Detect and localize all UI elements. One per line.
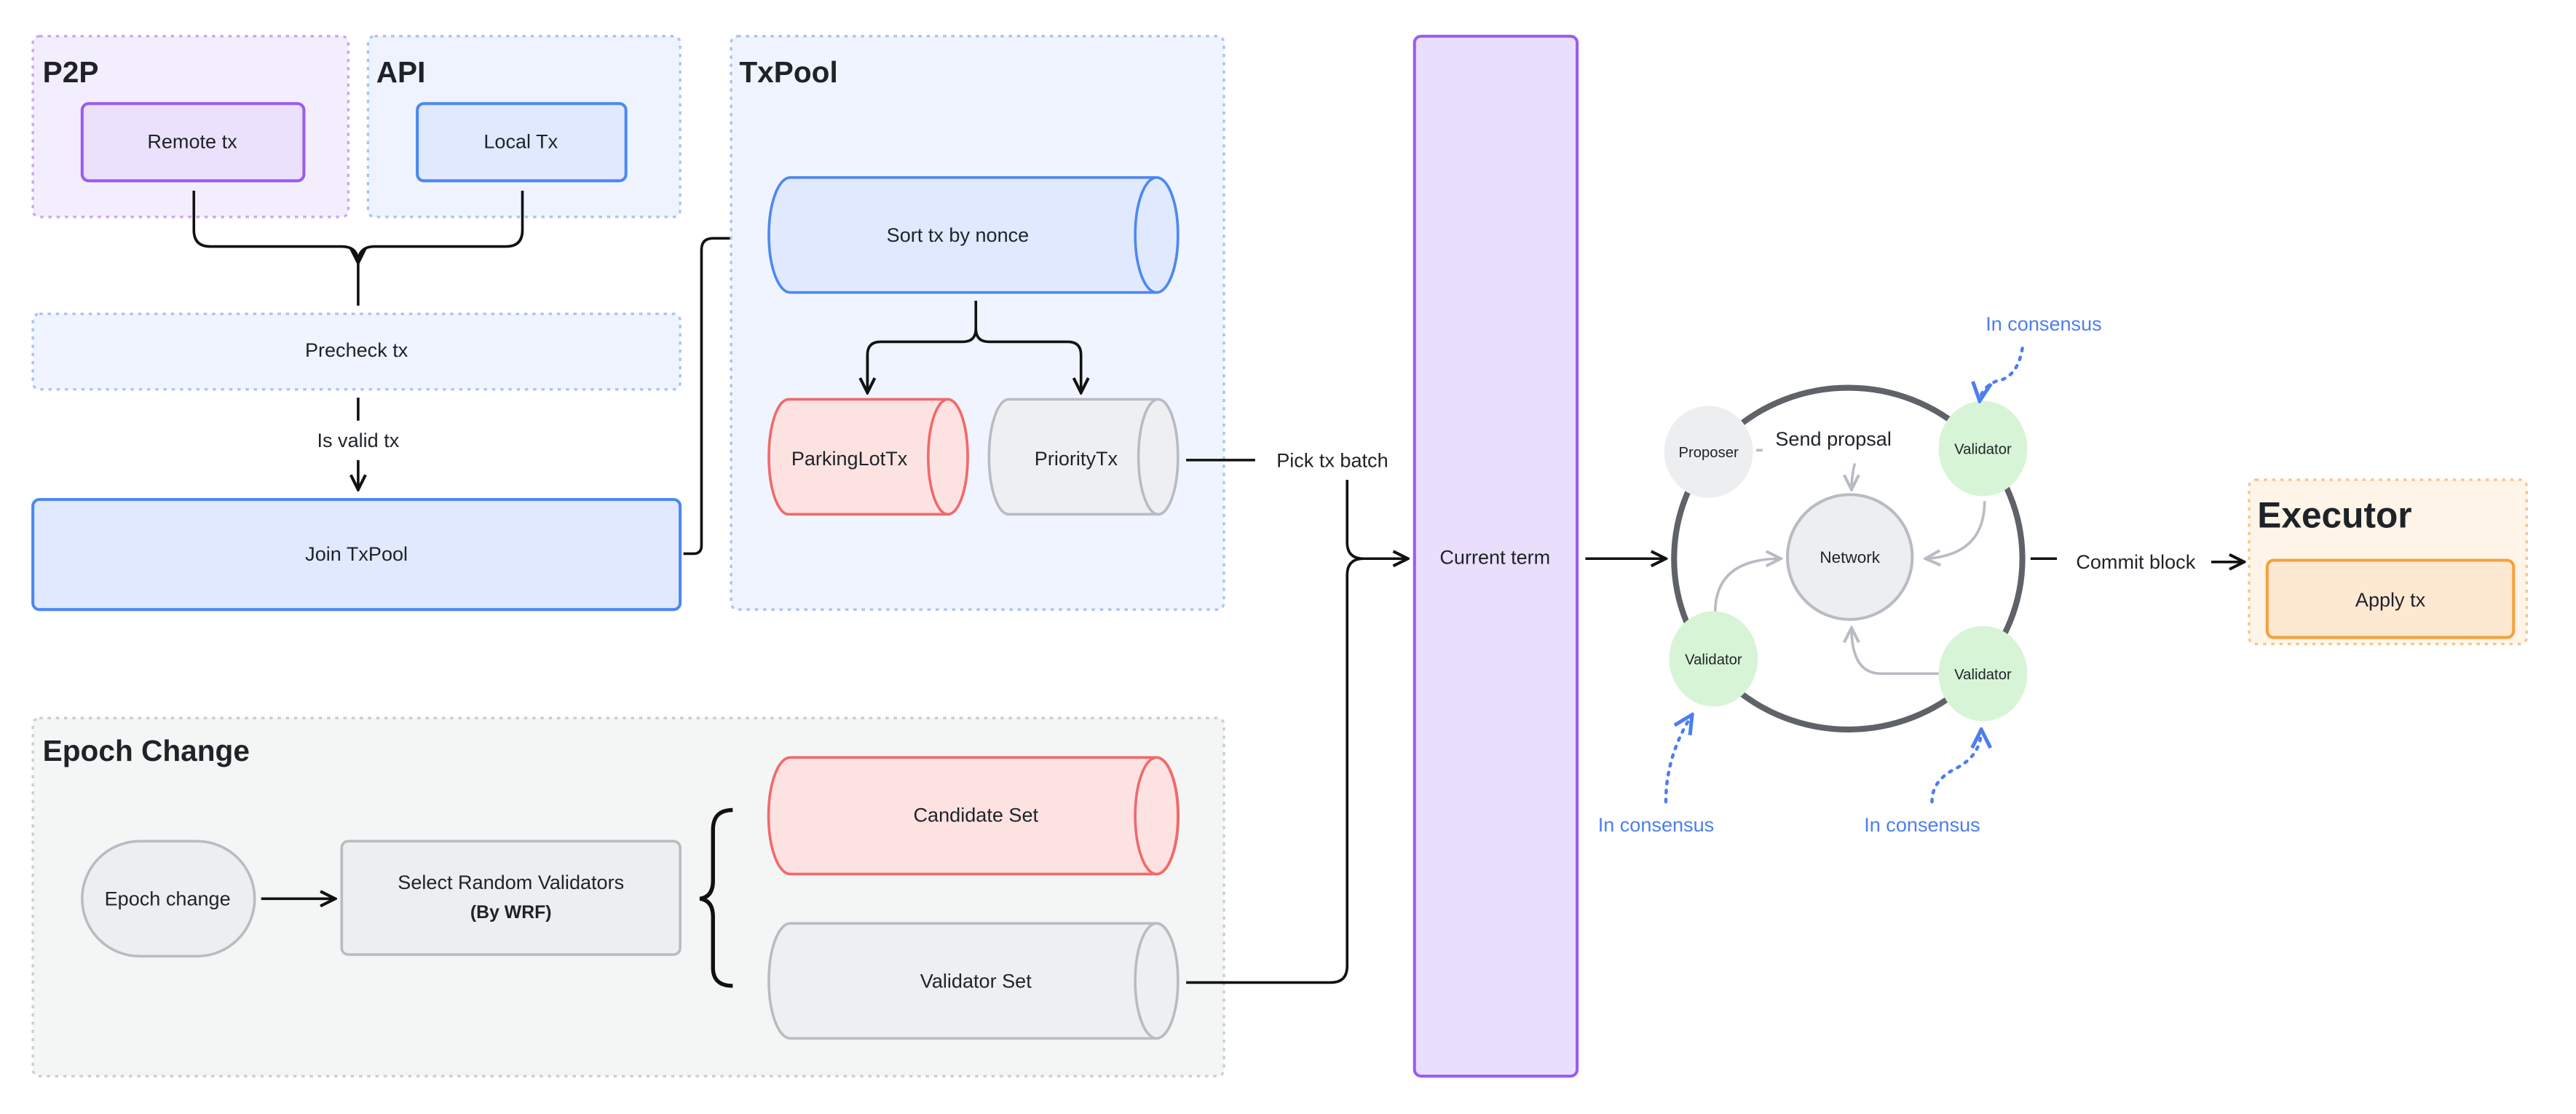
apply-tx-node[interactable]: Apply tx xyxy=(2265,558,2516,639)
network-label: Network xyxy=(1820,548,1880,566)
local-tx-node[interactable]: Local Tx xyxy=(416,102,628,183)
select-validators-sub: (By WRF) xyxy=(470,903,552,923)
priority-cylinder[interactable]: PriorityTx xyxy=(987,398,1180,516)
remote-tx-label: Remote tx xyxy=(147,130,237,153)
validator-label: Validator xyxy=(1954,442,2012,458)
network-node[interactable]: Network xyxy=(1785,493,1914,621)
current-term-node[interactable]: Current term xyxy=(1413,34,1579,1078)
epoch-change-label: Epoch change xyxy=(105,888,231,910)
api-group: API Local Tx xyxy=(366,35,681,218)
candidate-set-label: Candidate Set xyxy=(914,804,1039,826)
proposer-label: Proposer xyxy=(1678,445,1739,461)
sort-tx-cylinder[interactable]: Sort tx by nonce xyxy=(767,175,1180,294)
validator-set-cylinder[interactable]: Validator Set xyxy=(767,922,1180,1040)
in-consensus-arrow xyxy=(1930,730,1982,804)
txpool-title: TxPool xyxy=(739,55,837,89)
p2p-group: P2P Remote tx xyxy=(31,35,350,218)
parking-lot-cylinder[interactable]: ParkingLotTx xyxy=(767,398,969,516)
epoch-change-group: Epoch Change Epoch change Select Random … xyxy=(31,716,1225,1078)
select-validators-label: Select Random Validators xyxy=(398,871,624,893)
pick-batch-label: Pick tx batch xyxy=(1276,449,1388,471)
validator-label: Validator xyxy=(1954,667,2012,683)
validator-to-network-arrow xyxy=(1925,501,1986,558)
precheck-node[interactable]: Precheck tx xyxy=(31,312,681,391)
proposal-to-network-arrow xyxy=(1852,462,1855,489)
commit-block-label: Commit block xyxy=(2076,550,2195,573)
pick-batch-connector xyxy=(1346,479,1407,558)
in-consensus-label: In consensus xyxy=(1864,813,1980,836)
candidate-set-cylinder[interactable]: Candidate Set xyxy=(767,756,1180,876)
is-valid-label: Is valid tx xyxy=(317,429,399,451)
proposer-node[interactable]: Proposer xyxy=(1664,406,1753,498)
validator-node[interactable]: Validator xyxy=(1938,625,2028,722)
apply-tx-label: Apply tx xyxy=(2355,588,2426,611)
txpool-group: TxPool Sort tx by nonce ParkingLotTx Pri… xyxy=(730,35,1225,611)
precheck-label: Precheck tx xyxy=(305,339,408,361)
consensus-ring: Network Proposer Send propsal Validator … xyxy=(1664,384,2028,732)
api-title: API xyxy=(376,55,426,89)
in-consensus-arrow xyxy=(1664,715,1692,804)
validator-set-label: Validator Set xyxy=(920,970,1032,992)
validator-to-network-arrow xyxy=(1713,558,1781,613)
epoch-change-node[interactable]: Epoch change xyxy=(81,840,256,958)
architecture-diagram: P2P Remote tx API Local Tx Precheck tx I… xyxy=(31,34,2529,1078)
remote-tx-node[interactable]: Remote tx xyxy=(80,102,306,183)
local-tx-label: Local Tx xyxy=(483,130,558,153)
in-consensus-arrow xyxy=(1980,347,2024,400)
current-term-label: Current term xyxy=(1439,545,1550,568)
validator-node[interactable]: Validator xyxy=(1938,400,2028,497)
p2p-title: P2P xyxy=(43,55,99,89)
join-txpool-label: Join TxPool xyxy=(305,542,408,565)
executor-group: Executor Apply tx xyxy=(2248,478,2529,646)
select-validators-node[interactable]: Select Random Validators (By WRF) xyxy=(340,840,681,956)
in-consensus-label: In consensus xyxy=(1986,312,2101,335)
sort-tx-label: Sort tx by nonce xyxy=(887,224,1030,246)
executor-title: Executor xyxy=(2257,494,2411,535)
priority-label: PriorityTx xyxy=(1035,447,1118,470)
validator-label: Validator xyxy=(1685,652,1742,668)
in-consensus-label: In consensus xyxy=(1598,813,1714,836)
parking-lot-label: ParkingLotTx xyxy=(791,447,908,470)
join-txpool-node[interactable]: Join TxPool xyxy=(31,497,682,612)
send-proposal-label: Send propsal xyxy=(1775,427,1891,450)
validator-to-network-arrow xyxy=(1852,628,1940,676)
epoch-title: Epoch Change xyxy=(43,734,250,767)
validator-node[interactable]: Validator xyxy=(1669,611,1758,707)
